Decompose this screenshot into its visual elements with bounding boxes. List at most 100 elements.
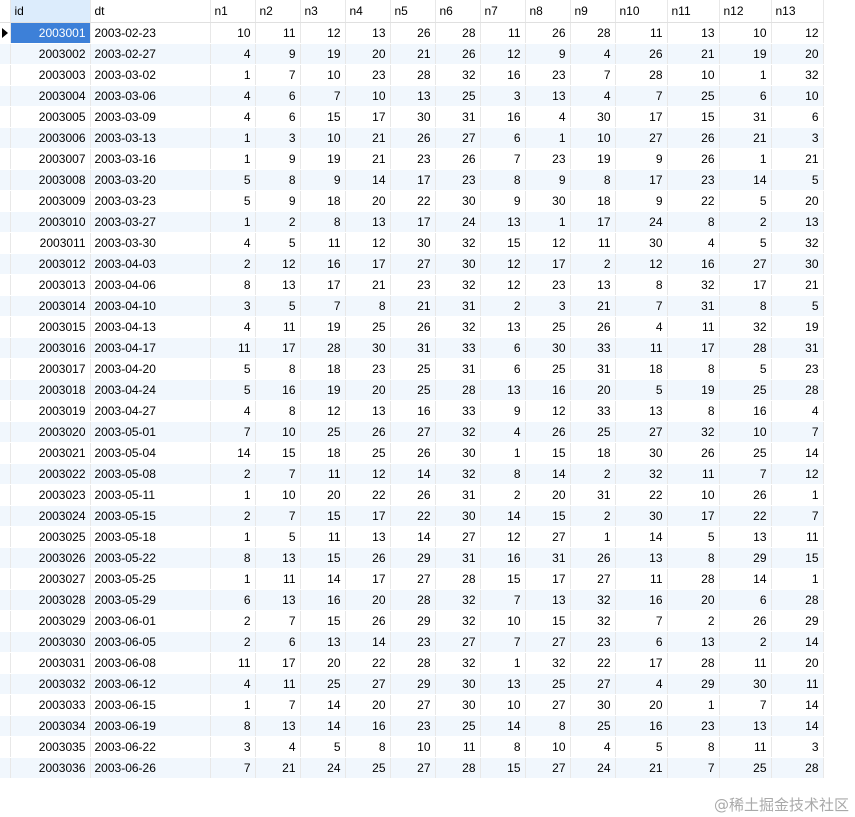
cell-n12[interactable]: 25 (719, 379, 772, 401)
cell-n5[interactable]: 26 (390, 22, 436, 44)
cell-n7[interactable]: 7 (480, 589, 526, 611)
cell-n1[interactable]: 6 (210, 589, 256, 611)
cell-n2[interactable]: 13 (255, 547, 301, 569)
cell-n11[interactable]: 4 (667, 232, 720, 254)
table-row[interactable]: 2003016 2003-04-17 11 17 28 30 31 33 6 30 33 11 17 28… (0, 337, 824, 359)
cell-n10[interactable]: 27 (615, 421, 668, 443)
cell-n2[interactable]: 6 (255, 106, 301, 128)
cell-dt[interactable]: 2003-03-30 (90, 232, 211, 254)
row-indicator[interactable] (0, 715, 11, 737)
cell-n5[interactable]: 27 (390, 568, 436, 590)
cell-n6[interactable]: 31 (435, 295, 481, 317)
cell-n5[interactable]: 14 (390, 463, 436, 485)
cell-n1[interactable]: 2 (210, 610, 256, 632)
cell-n9[interactable]: 30 (570, 694, 616, 716)
cell-n9[interactable]: 23 (570, 631, 616, 653)
cell-n5[interactable]: 17 (390, 211, 436, 233)
cell-n12[interactable]: 21 (719, 127, 772, 149)
cell-id[interactable]: 2003016 (10, 337, 91, 359)
cell-n1[interactable]: 1 (210, 526, 256, 548)
table-row[interactable]: 2003007 2003-03-16 1 9 19 21 23 26 7 23 19 9 26 1 21 (0, 148, 824, 170)
cell-n8[interactable]: 12 (525, 232, 571, 254)
row-indicator[interactable] (0, 568, 11, 590)
cell-n12[interactable]: 6 (719, 85, 772, 107)
cell-n12[interactable]: 11 (719, 736, 772, 758)
cell-n7[interactable]: 15 (480, 757, 526, 779)
cell-n2[interactable]: 11 (255, 22, 301, 44)
cell-n10[interactable]: 30 (615, 232, 668, 254)
column-header-n13[interactable]: n13 (771, 0, 824, 23)
cell-n8[interactable]: 4 (525, 106, 571, 128)
cell-n7[interactable]: 8 (480, 169, 526, 191)
cell-n2[interactable]: 8 (255, 169, 301, 191)
cell-n13[interactable]: 11 (771, 526, 824, 548)
cell-n12[interactable]: 11 (719, 652, 772, 674)
row-indicator[interactable] (0, 736, 11, 758)
cell-n5[interactable]: 21 (390, 43, 436, 65)
cell-n9[interactable]: 33 (570, 337, 616, 359)
cell-n1[interactable]: 1 (210, 148, 256, 170)
result-grid[interactable]: id dt n1 n2 n3 n4 n5 n6 n7 n8 n9 n10 n11 n12 n13 20030… (0, 0, 824, 779)
cell-n2[interactable]: 16 (255, 379, 301, 401)
cell-dt[interactable]: 2003-04-20 (90, 358, 211, 380)
cell-n9[interactable]: 27 (570, 673, 616, 695)
row-indicator[interactable] (0, 379, 11, 401)
cell-n2[interactable]: 12 (255, 253, 301, 275)
cell-n3[interactable]: 5 (300, 736, 346, 758)
cell-n1[interactable]: 10 (210, 22, 256, 44)
cell-n12[interactable]: 31 (719, 106, 772, 128)
cell-n12[interactable]: 5 (719, 358, 772, 380)
cell-n7[interactable]: 7 (480, 631, 526, 653)
cell-n4[interactable]: 20 (345, 190, 391, 212)
cell-dt[interactable]: 2003-03-13 (90, 127, 211, 149)
cell-n3[interactable]: 14 (300, 694, 346, 716)
cell-n7[interactable]: 13 (480, 211, 526, 233)
cell-id[interactable]: 2003029 (10, 610, 91, 632)
cell-dt[interactable]: 2003-05-25 (90, 568, 211, 590)
cell-id[interactable]: 2003005 (10, 106, 91, 128)
cell-n6[interactable]: 27 (435, 526, 481, 548)
cell-n7[interactable]: 12 (480, 526, 526, 548)
cell-n8[interactable]: 27 (525, 757, 571, 779)
cell-n1[interactable]: 4 (210, 106, 256, 128)
cell-n7[interactable]: 12 (480, 253, 526, 275)
column-header-n3[interactable]: n3 (300, 0, 346, 23)
cell-n5[interactable]: 17 (390, 169, 436, 191)
cell-dt[interactable]: 2003-04-17 (90, 337, 211, 359)
cell-n5[interactable]: 26 (390, 127, 436, 149)
cell-n9[interactable]: 1 (570, 526, 616, 548)
cell-n8[interactable]: 9 (525, 43, 571, 65)
row-indicator[interactable] (0, 610, 11, 632)
row-indicator[interactable] (0, 22, 11, 44)
cell-n8[interactable]: 15 (525, 442, 571, 464)
table-row[interactable]: 2003019 2003-04-27 4 8 12 13 16 33 9 12 33 13 8 16 4 (0, 400, 824, 422)
cell-n1[interactable]: 8 (210, 715, 256, 737)
cell-id[interactable]: 2003024 (10, 505, 91, 527)
cell-n4[interactable]: 27 (345, 673, 391, 695)
table-row[interactable]: 2003035 2003-06-22 3 4 5 8 10 11 8 10 4 5 8 11 3 (0, 736, 824, 758)
cell-n6[interactable]: 32 (435, 316, 481, 338)
cell-n6[interactable]: 28 (435, 568, 481, 590)
cell-n13[interactable]: 19 (771, 316, 824, 338)
cell-n1[interactable]: 5 (210, 379, 256, 401)
cell-n6[interactable]: 30 (435, 253, 481, 275)
cell-n10[interactable]: 28 (615, 64, 668, 86)
cell-n9[interactable]: 24 (570, 757, 616, 779)
column-header-n5[interactable]: n5 (390, 0, 436, 23)
cell-n6[interactable]: 30 (435, 694, 481, 716)
cell-n6[interactable]: 33 (435, 337, 481, 359)
column-header-n6[interactable]: n6 (435, 0, 481, 23)
cell-n9[interactable]: 11 (570, 232, 616, 254)
cell-n13[interactable]: 20 (771, 652, 824, 674)
cell-n11[interactable]: 10 (667, 484, 720, 506)
cell-n13[interactable]: 12 (771, 463, 824, 485)
cell-id[interactable]: 2003033 (10, 694, 91, 716)
cell-n1[interactable]: 5 (210, 169, 256, 191)
cell-n1[interactable]: 7 (210, 421, 256, 443)
cell-n8[interactable]: 12 (525, 400, 571, 422)
cell-id[interactable]: 2003002 (10, 43, 91, 65)
cell-n3[interactable]: 24 (300, 757, 346, 779)
cell-n5[interactable]: 26 (390, 484, 436, 506)
cell-n2[interactable]: 9 (255, 43, 301, 65)
cell-n7[interactable]: 2 (480, 295, 526, 317)
